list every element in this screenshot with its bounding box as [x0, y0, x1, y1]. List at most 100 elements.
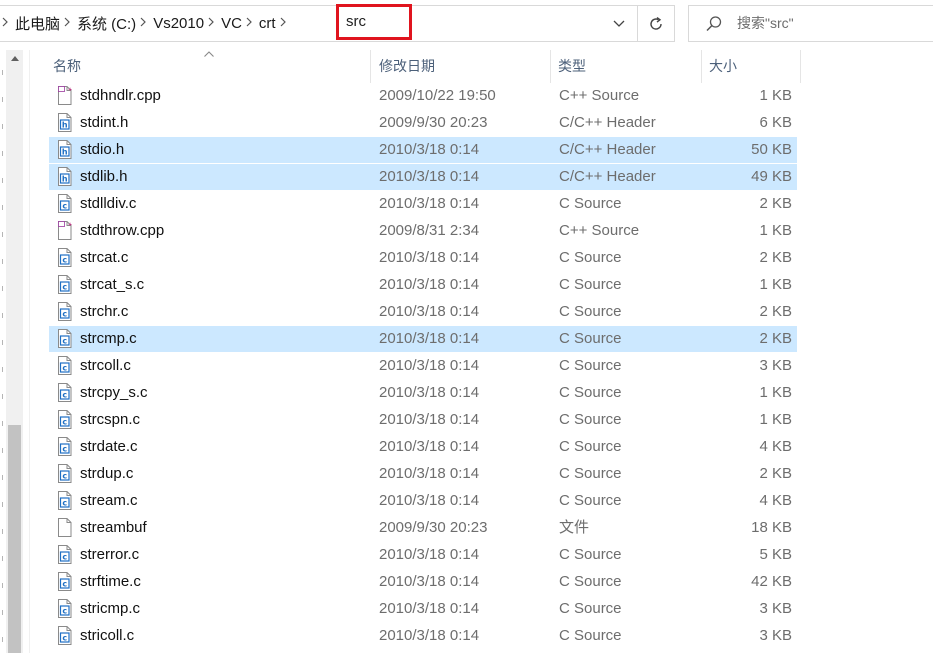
expand-arrow-icon[interactable]: [0, 232, 3, 237]
cpp-file-icon: ++: [57, 86, 76, 105]
refresh-button[interactable]: [637, 6, 674, 41]
expand-arrow-icon[interactable]: [0, 340, 3, 345]
expand-arrow-icon[interactable]: [0, 637, 3, 642]
c-file-icon: c: [57, 626, 72, 645]
file-size: 6 KB: [759, 114, 792, 131]
file-row[interactable]: c strcat_s.c 2010/3/18 0:14 C Source 1 KB: [49, 272, 797, 298]
scrollbar-thumb[interactable]: [8, 425, 21, 653]
blank-file-icon: [57, 518, 72, 537]
search-box[interactable]: [688, 5, 933, 42]
breadcrumb-separator-icon[interactable]: [246, 17, 252, 30]
breadcrumb-current-folder[interactable]: src: [336, 4, 412, 40]
expand-arrow-icon[interactable]: [0, 205, 3, 210]
breadcrumb-item[interactable]: Vs2010: [153, 15, 204, 32]
column-header-size[interactable]: 大小: [704, 50, 800, 83]
expand-arrow-icon[interactable]: [0, 502, 3, 507]
column-header-type[interactable]: 类型: [553, 50, 701, 83]
address-bar[interactable]: 此电脑 系统 (C:) Vs2010 VC crt src: [0, 4, 675, 42]
file-name: strerror.c: [80, 546, 140, 563]
pane-divider[interactable]: [29, 50, 30, 653]
expand-arrow-icon[interactable]: [0, 448, 3, 453]
expand-arrow-icon[interactable]: [0, 70, 3, 75]
file-date-modified: 2010/3/18 0:14: [379, 600, 480, 617]
file-row[interactable]: c strcspn.c 2010/3/18 0:14 C Source 1 KB: [49, 407, 797, 433]
file-row[interactable]: h stdint.h 2009/9/30 20:23 C/C++ Header 6 KB: [49, 110, 797, 136]
expand-arrow-icon[interactable]: [0, 178, 3, 183]
file-row[interactable]: c stream.c 2010/3/18 0:14 C Source 4 KB: [49, 488, 797, 514]
file-date-modified: 2010/3/18 0:14: [379, 276, 480, 293]
file-date-modified: 2009/10/22 19:50: [379, 87, 496, 104]
file-row[interactable]: c strchr.c 2010/3/18 0:14 C Source 2 KB: [49, 299, 797, 325]
expand-arrow-icon[interactable]: [0, 475, 3, 480]
navigation-pane-scrollbar[interactable]: [6, 50, 23, 653]
expand-arrow-icon[interactable]: [0, 394, 3, 399]
file-type: C Source: [559, 249, 622, 266]
file-row[interactable]: c strdate.c 2010/3/18 0:14 C Source 4 KB: [49, 434, 797, 460]
svg-text:c: c: [62, 310, 67, 319]
column-resize-handle[interactable]: [370, 50, 371, 83]
file-row[interactable]: ++ stdhndlr.cpp 2009/10/22 19:50 C++ Source…: [49, 83, 797, 109]
c-file-icon: c: [57, 491, 72, 510]
file-type: C++ Source: [559, 222, 640, 239]
file-type: C++ Source: [559, 87, 640, 104]
file-size: 4 KB: [759, 438, 792, 455]
expand-arrow-icon[interactable]: [0, 367, 3, 372]
expand-arrow-icon[interactable]: [0, 421, 3, 426]
column-header-date[interactable]: 修改日期: [374, 50, 550, 83]
file-row[interactable]: c strcpy_s.c 2010/3/18 0:14 C Source 1 KB: [49, 380, 797, 406]
svg-text:c: c: [62, 202, 67, 211]
file-row[interactable]: streambuf 2009/9/30 20:23 文件 18 KB: [49, 515, 797, 541]
file-name: stricoll.c: [80, 627, 135, 644]
scroll-up-button[interactable]: [6, 50, 23, 67]
column-resize-handle[interactable]: [800, 50, 801, 83]
chevron-down-icon: [613, 20, 625, 27]
search-input[interactable]: [737, 13, 927, 33]
file-row[interactable]: h stdlib.h 2010/3/18 0:14 C/C++ Header 49 KB: [49, 164, 797, 190]
expand-arrow-icon[interactable]: [0, 583, 3, 588]
breadcrumb-separator-icon[interactable]: [208, 17, 214, 30]
breadcrumb-item[interactable]: 此电脑: [15, 13, 60, 34]
file-date-modified: 2010/3/18 0:14: [379, 195, 480, 212]
expand-arrow-icon[interactable]: [0, 286, 3, 291]
address-history-button[interactable]: [604, 6, 634, 41]
file-date-modified: 2010/3/18 0:14: [379, 303, 480, 320]
file-size: 1 KB: [759, 411, 792, 428]
expand-arrow-icon[interactable]: [0, 124, 3, 129]
column-resize-handle[interactable]: [701, 50, 702, 83]
column-header-name-label: 名称: [53, 58, 81, 74]
column-header-type-label: 类型: [558, 58, 586, 74]
file-row[interactable]: c strdup.c 2010/3/18 0:14 C Source 2 KB: [49, 461, 797, 487]
file-row[interactable]: ++ stdthrow.cpp 2009/8/31 2:34 C++ Source 1 …: [49, 218, 797, 244]
expand-arrow-icon[interactable]: [0, 313, 3, 318]
expand-arrow-icon[interactable]: [0, 259, 3, 264]
expand-arrow-icon[interactable]: [0, 97, 3, 102]
c-file-icon: c: [57, 410, 72, 429]
breadcrumb-separator-icon[interactable]: [280, 17, 286, 30]
file-date-modified: 2010/3/18 0:14: [379, 411, 480, 428]
file-row[interactable]: h stdio.h 2010/3/18 0:14 C/C++ Header 50 KB: [49, 137, 797, 163]
breadcrumb-item[interactable]: 系统 (C:): [77, 13, 136, 34]
expand-arrow-icon[interactable]: [0, 529, 3, 534]
cpp-file-icon: ++: [57, 221, 76, 240]
file-type: C Source: [559, 600, 622, 617]
expand-arrow-icon[interactable]: [0, 151, 3, 156]
file-row[interactable]: c strcat.c 2010/3/18 0:14 C Source 2 KB: [49, 245, 797, 271]
breadcrumb-item[interactable]: crt: [259, 15, 276, 32]
file-row[interactable]: c stricoll.c 2010/3/18 0:14 C Source 3 KB: [49, 623, 797, 649]
expand-arrow-icon[interactable]: [0, 610, 3, 615]
file-type: C Source: [559, 330, 622, 347]
file-row[interactable]: c stdlldiv.c 2010/3/18 0:14 C Source 2 KB: [49, 191, 797, 217]
file-date-modified: 2010/3/18 0:14: [379, 573, 480, 590]
column-resize-handle[interactable]: [550, 50, 551, 83]
file-row[interactable]: c strftime.c 2010/3/18 0:14 C Source 42 KB: [49, 569, 797, 595]
file-row[interactable]: c strerror.c 2010/3/18 0:14 C Source 5 KB: [49, 542, 797, 568]
breadcrumb-item[interactable]: VC: [221, 15, 242, 32]
breadcrumb-separator-icon[interactable]: [2, 17, 8, 30]
file-row[interactable]: c stricmp.c 2010/3/18 0:14 C Source 3 KB: [49, 596, 797, 622]
breadcrumb-separator-icon[interactable]: [140, 17, 147, 30]
expand-arrow-icon[interactable]: [0, 556, 3, 561]
breadcrumb-separator-icon[interactable]: [64, 17, 70, 30]
file-row[interactable]: c strcoll.c 2010/3/18 0:14 C Source 3 KB: [49, 353, 797, 379]
refresh-icon: [650, 16, 662, 30]
file-row[interactable]: c strcmp.c 2010/3/18 0:14 C Source 2 KB: [49, 326, 797, 352]
